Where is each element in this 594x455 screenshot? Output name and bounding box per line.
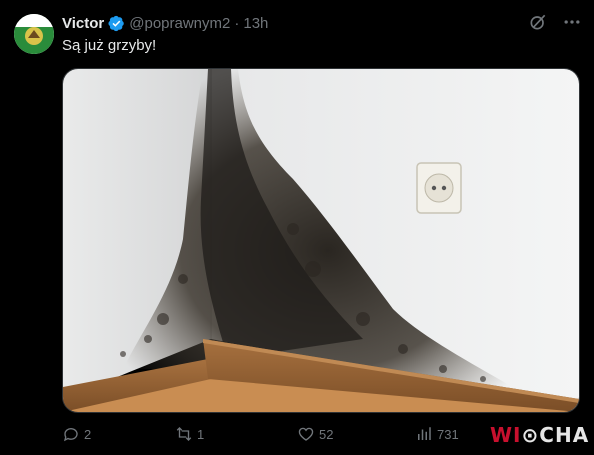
more-options-icon[interactable] [562, 12, 582, 32]
like-button[interactable]: 52 [297, 425, 333, 443]
reply-icon [63, 428, 78, 442]
separator-dot: · [234, 14, 240, 32]
author-name[interactable]: Victor [62, 15, 104, 32]
watermark-o-icon: ⊙ [521, 423, 540, 447]
tweet-text: Są już grzyby! [62, 37, 157, 54]
grok-icon[interactable] [528, 12, 548, 32]
author-avatar[interactable] [14, 14, 54, 54]
views-icon [418, 427, 431, 440]
watermark-lead: WI [490, 423, 522, 447]
reply-button[interactable]: 2 [62, 425, 91, 443]
header-actions [528, 12, 582, 32]
tweet-header: Victor @poprawnym2 · 13h [62, 12, 582, 34]
watermark-trail: CHA [539, 423, 590, 447]
wiocha-watermark: WI⊙CHA [490, 423, 589, 447]
author-handle[interactable]: @poprawnym2 [129, 15, 230, 32]
repost-icon [176, 427, 192, 441]
views-button[interactable]: 731 [415, 425, 459, 443]
tweet-time[interactable]: 13h [243, 15, 268, 32]
repost-count: 1 [197, 426, 205, 442]
verified-badge-icon [108, 15, 125, 32]
mold-wall-photo [63, 69, 579, 412]
views-count: 731 [437, 426, 459, 442]
repost-button[interactable]: 1 [175, 425, 204, 443]
tweet-image[interactable] [62, 68, 580, 413]
reply-count: 2 [84, 426, 92, 442]
like-count: 52 [319, 426, 334, 442]
like-icon [298, 427, 314, 441]
avatar-image [14, 14, 54, 54]
